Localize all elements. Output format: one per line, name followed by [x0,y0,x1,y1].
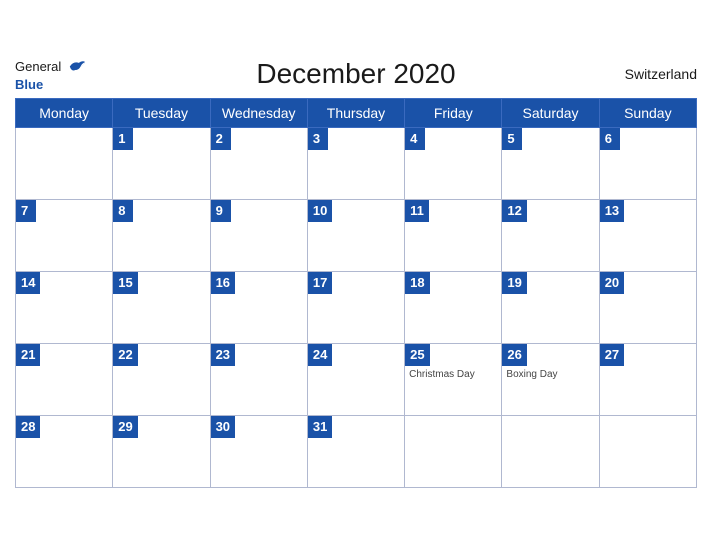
day-number: 31 [308,416,332,438]
calendar-week-row: 7 8 9 10 11 12 13 [16,199,697,271]
calendar-day-cell: 13 [599,199,696,271]
day-number: 5 [502,128,522,150]
holiday-label: Christmas Day [405,366,501,383]
holiday-label: Boxing Day [502,366,598,383]
day-number: 29 [113,416,137,438]
calendar-table: MondayTuesdayWednesdayThursdayFridaySatu… [15,98,697,488]
calendar-week-row: 21 22 23 24 25Christmas Day26Boxing Day27 [16,343,697,415]
calendar-title: December 2020 [256,58,455,90]
country-label: Switzerland [625,66,697,82]
weekday-header-saturday: Saturday [502,98,599,127]
calendar-day-cell: 7 [16,199,113,271]
calendar-week-row: 28 29 30 31 [16,415,697,487]
day-number: 11 [405,200,429,222]
day-number: 25 [405,344,429,366]
calendar-day-cell: 11 [405,199,502,271]
weekday-header-thursday: Thursday [307,98,404,127]
logo-general-text: General [15,59,61,74]
weekday-header-tuesday: Tuesday [113,98,210,127]
calendar-day-cell: 3 [307,127,404,199]
calendar-thead: MondayTuesdayWednesdayThursdayFridaySatu… [16,98,697,127]
day-number: 20 [600,272,624,294]
calendar-day-cell: 30 [210,415,307,487]
day-number: 23 [211,344,235,366]
day-number: 3 [308,128,328,150]
calendar-day-cell: 27 [599,343,696,415]
day-number: 10 [308,200,332,222]
day-number: 9 [211,200,231,222]
calendar-day-cell [16,127,113,199]
calendar-day-cell: 9 [210,199,307,271]
calendar-day-cell [599,415,696,487]
day-number: 2 [211,128,231,150]
calendar-day-cell: 10 [307,199,404,271]
day-number: 4 [405,128,425,150]
weekday-header-sunday: Sunday [599,98,696,127]
day-number: 6 [600,128,620,150]
day-number: 26 [502,344,526,366]
day-number: 21 [16,344,40,366]
calendar-day-cell: 12 [502,199,599,271]
day-number: 13 [600,200,624,222]
day-number: 24 [308,344,332,366]
weekday-header-wednesday: Wednesday [210,98,307,127]
calendar-day-cell: 18 [405,271,502,343]
calendar-wrapper: General Blue December 2020 Switzerland M… [0,48,712,503]
calendar-day-cell: 29 [113,415,210,487]
day-number-empty [502,416,522,420]
calendar-day-cell: 4 [405,127,502,199]
day-number: 12 [502,200,526,222]
day-number: 22 [113,344,137,366]
calendar-day-cell: 31 [307,415,404,487]
day-number: 14 [16,272,40,294]
calendar-day-cell: 23 [210,343,307,415]
calendar-day-cell: 24 [307,343,404,415]
calendar-day-cell: 16 [210,271,307,343]
calendar-day-cell: 21 [16,343,113,415]
calendar-day-cell: 20 [599,271,696,343]
calendar-day-cell: 28 [16,415,113,487]
day-number: 7 [16,200,36,222]
weekday-header-friday: Friday [405,98,502,127]
logo-bird-icon [68,59,86,73]
calendar-header: General Blue December 2020 Switzerland [15,58,697,90]
day-number-empty [16,128,36,132]
day-number-empty [405,416,425,420]
day-number: 27 [600,344,624,366]
weekday-header-row: MondayTuesdayWednesdayThursdayFridaySatu… [16,98,697,127]
day-number: 17 [308,272,332,294]
day-number: 16 [211,272,235,294]
day-number: 30 [211,416,235,438]
calendar-day-cell: 26Boxing Day [502,343,599,415]
day-number: 15 [113,272,137,294]
day-number: 8 [113,200,133,222]
day-number: 28 [16,416,40,438]
calendar-day-cell: 25Christmas Day [405,343,502,415]
calendar-week-row: 1 2 3 4 5 6 [16,127,697,199]
calendar-day-cell [502,415,599,487]
day-number: 19 [502,272,526,294]
day-number: 18 [405,272,429,294]
logo-container: General Blue [15,58,86,94]
calendar-day-cell: 22 [113,343,210,415]
calendar-day-cell: 6 [599,127,696,199]
calendar-day-cell: 2 [210,127,307,199]
logo-area: General Blue [15,58,86,94]
calendar-day-cell: 1 [113,127,210,199]
calendar-day-cell: 17 [307,271,404,343]
calendar-day-cell: 14 [16,271,113,343]
logo-text: General Blue [15,58,86,94]
weekday-header-monday: Monday [16,98,113,127]
calendar-day-cell: 5 [502,127,599,199]
day-number-empty [600,416,620,420]
calendar-week-row: 14 15 16 17 18 19 20 [16,271,697,343]
day-number: 1 [113,128,133,150]
calendar-day-cell: 19 [502,271,599,343]
calendar-day-cell [405,415,502,487]
logo-blue-text: Blue [15,77,43,92]
calendar-day-cell: 15 [113,271,210,343]
calendar-day-cell: 8 [113,199,210,271]
calendar-tbody: 1234567891011121314151617181920212223242… [16,127,697,487]
